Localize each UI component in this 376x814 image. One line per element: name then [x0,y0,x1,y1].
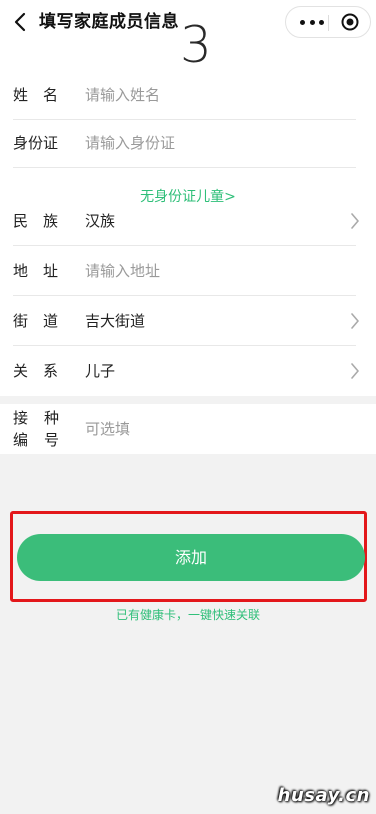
id-card-row[interactable]: 身份证 请输入身份证 [0,118,376,168]
watermark: husay.cn [277,785,370,806]
vaccine-code-input[interactable]: 可选填 [85,404,130,454]
page-title: 填写家庭成员信息 [39,12,179,32]
capsule-divider [328,15,329,31]
chevron-right-icon [351,313,359,329]
name-label: 姓 名 [13,86,59,104]
ethnicity-row[interactable]: 民 族 汉族 [0,196,376,246]
ethnicity-label: 民 族 [13,212,59,230]
target-close-icon[interactable] [340,12,360,32]
chevron-left-icon [14,12,26,32]
back-button[interactable] [10,10,30,34]
add-button[interactable]: 添加 [17,534,365,581]
member-form: 姓 名 请输入姓名 身份证 请输入身份证 无身份证儿童> 民 族 汉族 地 址 … [0,64,376,396]
relation-label: 关 系 [13,362,59,380]
vaccine-code-label-line1: 接种 [13,409,76,427]
id-card-input[interactable]: 请输入身份证 [85,118,175,168]
divider [13,167,356,168]
name-input[interactable]: 请输入姓名 [85,70,160,120]
street-label: 街 道 [13,312,59,330]
more-dots-icon[interactable] [300,15,324,29]
chevron-right-icon [351,363,359,379]
chevron-right-icon [351,213,359,229]
capsule-menu [285,6,371,38]
street-value[interactable]: 吉大街道 [85,296,145,346]
nav-header: 填写家庭成员信息 3 [0,0,376,74]
vaccine-code-label: 接种 编号 [13,407,63,451]
ethnicity-value[interactable]: 汉族 [85,196,115,246]
street-row[interactable]: 街 道 吉大街道 [0,296,376,346]
vaccine-code-label-line2: 编号 [13,431,76,449]
relation-row[interactable]: 关 系 儿子 [0,346,376,396]
address-row[interactable]: 地 址 请输入地址 [0,246,376,296]
name-row[interactable]: 姓 名 请输入姓名 [0,70,376,120]
id-card-label: 身份证 [13,134,59,152]
address-input[interactable]: 请输入地址 [85,246,160,296]
health-card-link[interactable]: 已有健康卡，一键快速关联 [0,606,376,623]
address-label: 地 址 [13,262,59,280]
relation-value[interactable]: 儿子 [85,346,115,396]
vaccine-code-row[interactable]: 接种 编号 可选填 [0,404,376,454]
